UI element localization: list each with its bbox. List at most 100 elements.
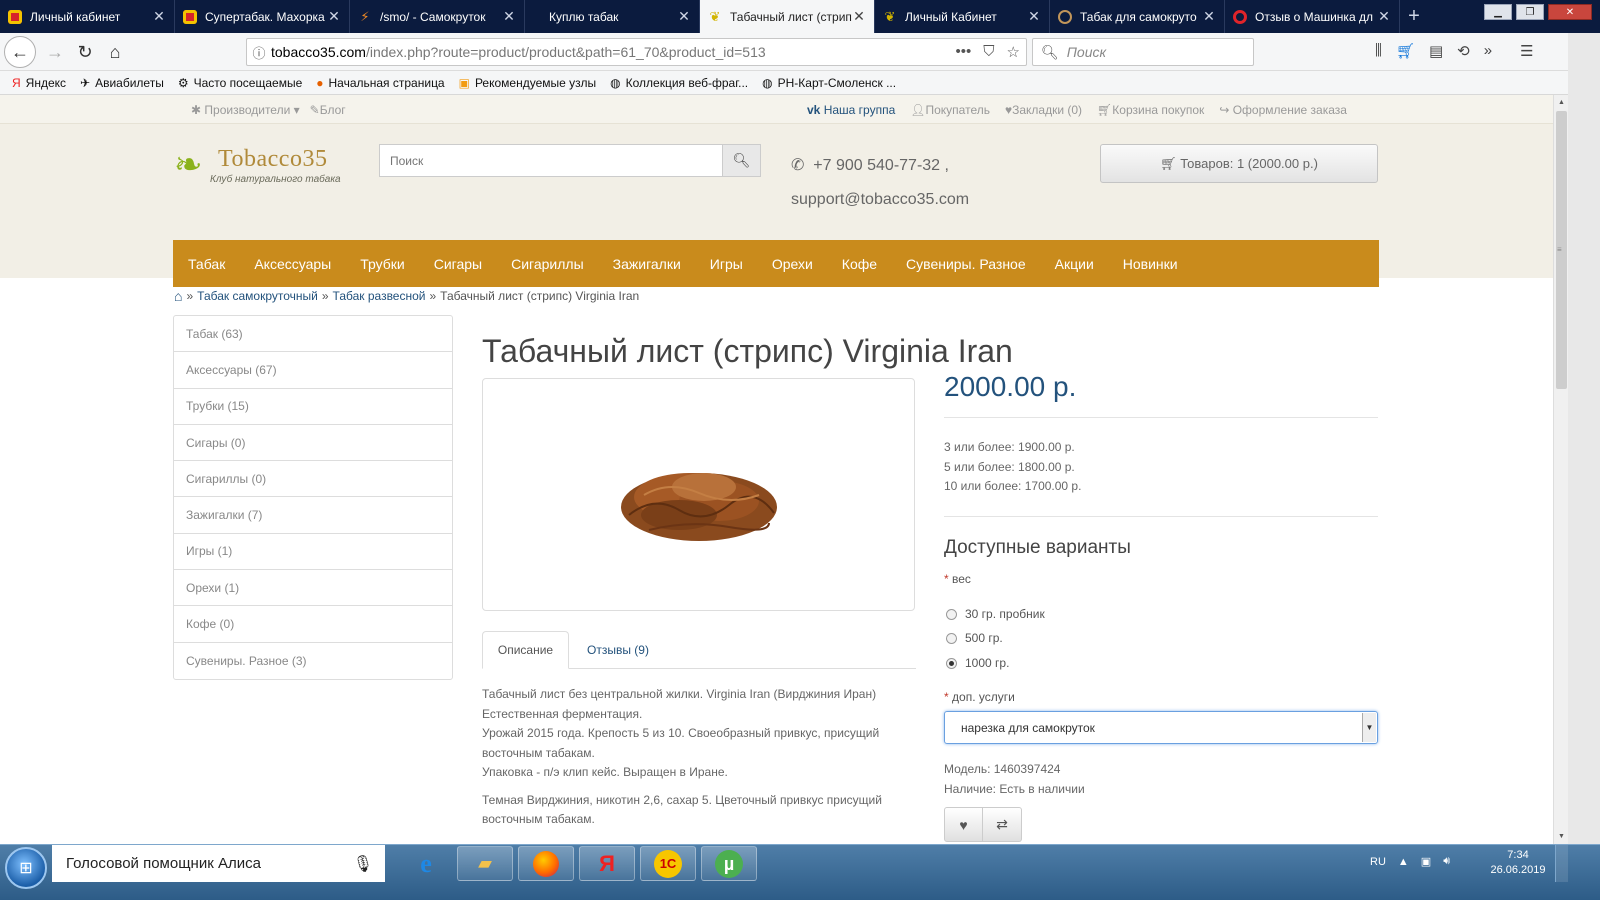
bookmark-item[interactable]: ▣ Рекомендуемые узлы: [459, 76, 597, 90]
checkout-link[interactable]: ↪ Оформление заказа: [1219, 103, 1347, 117]
volume-icon[interactable]: 🔊︎: [1443, 855, 1450, 868]
browser-tab[interactable]: ❦ Личный Кабинет ✕: [875, 0, 1050, 33]
bookmark-star-icon[interactable]: ☆: [1007, 43, 1020, 61]
sidebar-icon[interactable]: ▤: [1429, 42, 1443, 60]
manufacturers-link[interactable]: ✱ Производители ▾: [191, 103, 300, 117]
radio-button[interactable]: [946, 632, 957, 644]
account-link[interactable]: 👤︎Покупатель: [910, 103, 990, 117]
language-indicator[interactable]: RU: [1370, 856, 1386, 868]
url-bar[interactable]: ⓘ tobacco35.com/index.php?route=product/…: [246, 38, 1027, 66]
utorrent-icon[interactable]: µ: [701, 846, 757, 881]
services-select[interactable]: нарезка для самокруток ▼: [944, 711, 1378, 744]
sidebar-item[interactable]: Сувениры. Разное (3): [174, 643, 452, 679]
breadcrumb-link[interactable]: Табак самокруточный: [197, 289, 318, 303]
cart-icon[interactable]: 🛒︎: [1396, 42, 1415, 60]
start-button[interactable]: ⊞: [5, 847, 47, 889]
radio-button-checked[interactable]: [946, 657, 957, 669]
home-icon[interactable]: ⌂: [174, 288, 182, 304]
firefox-icon[interactable]: [518, 846, 574, 881]
new-tab-button[interactable]: +: [1400, 0, 1428, 33]
chevron-down-icon[interactable]: ▼: [1362, 713, 1376, 742]
menu-icon[interactable]: ☰: [1520, 42, 1533, 60]
vertical-scrollbar[interactable]: ▲ ≡ ▼: [1553, 95, 1568, 844]
info-icon[interactable]: ⓘ: [247, 43, 271, 62]
browser-tab[interactable]: Супертабак. Махорка ✕: [175, 0, 350, 33]
site-logo[interactable]: ❧ Tobacco35 Клуб натурального табака: [174, 146, 354, 188]
menu-item[interactable]: Акции: [1040, 256, 1108, 272]
internet-explorer-icon[interactable]: e: [398, 846, 454, 881]
close-icon[interactable]: ✕: [502, 8, 516, 25]
sidebar-item[interactable]: Сигариллы (0): [174, 461, 452, 498]
sync-icon[interactable]: ⟲: [1457, 42, 1470, 60]
product-image[interactable]: [482, 378, 915, 611]
menu-item[interactable]: Сувениры. Разное: [892, 256, 1041, 272]
bookmark-item[interactable]: ✈ Авиабилеты: [80, 76, 164, 90]
sidebar-item[interactable]: Трубки (15): [174, 389, 452, 425]
tray-expand-icon[interactable]: ▲: [1398, 856, 1409, 868]
restore-button[interactable]: ❐: [1516, 4, 1544, 20]
browser-tab[interactable]: Личный кабинет ✕: [0, 0, 175, 33]
close-window-button[interactable]: ✕: [1548, 4, 1592, 20]
library-icon[interactable]: ⫼: [1375, 42, 1382, 60]
weight-option[interactable]: 30 гр. пробник: [946, 607, 1045, 621]
browser-tab[interactable]: Куплю табак ✕: [525, 0, 700, 33]
close-icon[interactable]: ✕: [677, 8, 691, 25]
add-to-wishlist-button[interactable]: ♥: [944, 807, 983, 842]
browser-tab[interactable]: ⚡ /smo/ - Самокруток ✕: [350, 0, 525, 33]
menu-item[interactable]: Табак: [188, 256, 240, 272]
browser-tab-active[interactable]: ❦ Табачный лист (стрип ✕: [700, 0, 875, 33]
cart-button[interactable]: 🛒︎ Товаров: 1 (2000.00 р.): [1100, 144, 1378, 183]
network-icon[interactable]: ▣: [1421, 855, 1431, 868]
scroll-down-icon[interactable]: ▼: [1554, 829, 1569, 844]
microphone-icon[interactable]: 🎙︎: [353, 854, 373, 874]
scroll-up-icon[interactable]: ▲: [1554, 95, 1569, 110]
menu-item[interactable]: Сигариллы: [497, 256, 599, 272]
1c-icon[interactable]: 1C: [640, 846, 696, 881]
compare-button[interactable]: ⇄: [983, 807, 1022, 842]
cart-link[interactable]: 🛒︎Корзина покупок: [1097, 103, 1204, 117]
sidebar-item[interactable]: Кофе (0): [174, 606, 452, 643]
sidebar-item[interactable]: Игры (1): [174, 534, 452, 571]
close-icon[interactable]: ✕: [852, 8, 866, 25]
back-button[interactable]: ←: [4, 36, 36, 68]
clock[interactable]: 7:34 26.06.2019: [1488, 848, 1548, 878]
site-search-input[interactable]: [379, 144, 724, 177]
menu-item[interactable]: Новинки: [1108, 256, 1192, 272]
minimize-button[interactable]: ▁: [1484, 4, 1512, 20]
sidebar-item[interactable]: Табак (63): [174, 316, 452, 353]
wishlist-link[interactable]: ♥Закладки (0): [1005, 103, 1082, 117]
tab-description[interactable]: Описание: [482, 631, 569, 669]
close-icon[interactable]: ✕: [1377, 8, 1391, 25]
browser-tab[interactable]: Табак для самокрутo ✕: [1050, 0, 1225, 33]
sidebar-item[interactable]: Аксессуары (67): [174, 352, 452, 389]
file-explorer-icon[interactable]: ▰: [457, 846, 513, 881]
overflow-icon[interactable]: »: [1484, 42, 1492, 60]
search-button[interactable]: 🔍︎: [723, 144, 761, 177]
weight-option[interactable]: 500 гр.: [946, 631, 1003, 645]
browser-search-input[interactable]: 🔍︎ Поиск: [1032, 38, 1254, 66]
tab-reviews[interactable]: Отзывы (9): [587, 631, 649, 669]
menu-item[interactable]: Сигары: [419, 256, 496, 272]
pocket-icon[interactable]: ⛉: [983, 43, 994, 61]
radio-button[interactable]: [946, 608, 957, 620]
bookmark-item[interactable]: Я Яндекс: [12, 76, 66, 90]
show-desktop-button[interactable]: [1555, 845, 1568, 882]
menu-item[interactable]: Аксессуары: [240, 256, 346, 272]
menu-item[interactable]: Кофе: [827, 256, 891, 272]
page-actions-icon[interactable]: •••: [956, 43, 972, 61]
sidebar-item[interactable]: Сигары (0): [174, 425, 452, 462]
bookmark-item[interactable]: ● Начальная страница: [316, 76, 444, 90]
sidebar-item[interactable]: Зажигалки (7): [174, 497, 452, 534]
menu-item[interactable]: Игры: [695, 256, 757, 272]
breadcrumb-link[interactable]: Табак развесной: [333, 289, 426, 303]
bookmark-item[interactable]: ◍ Коллекция веб-фраг...: [610, 76, 748, 90]
menu-item[interactable]: Трубки: [346, 256, 420, 272]
close-icon[interactable]: ✕: [1202, 8, 1216, 25]
voice-assistant-box[interactable]: Голосовой помощник Алиса 🎙︎: [52, 845, 385, 882]
close-icon[interactable]: ✕: [1027, 8, 1041, 25]
close-icon[interactable]: ✕: [152, 8, 166, 25]
browser-tab[interactable]: Отзыв о Машинка дл ✕: [1225, 0, 1400, 33]
blog-link[interactable]: ✎Блог: [310, 103, 346, 117]
home-button[interactable]: ⌂: [100, 38, 130, 66]
menu-item[interactable]: Зажигалки: [598, 256, 695, 272]
